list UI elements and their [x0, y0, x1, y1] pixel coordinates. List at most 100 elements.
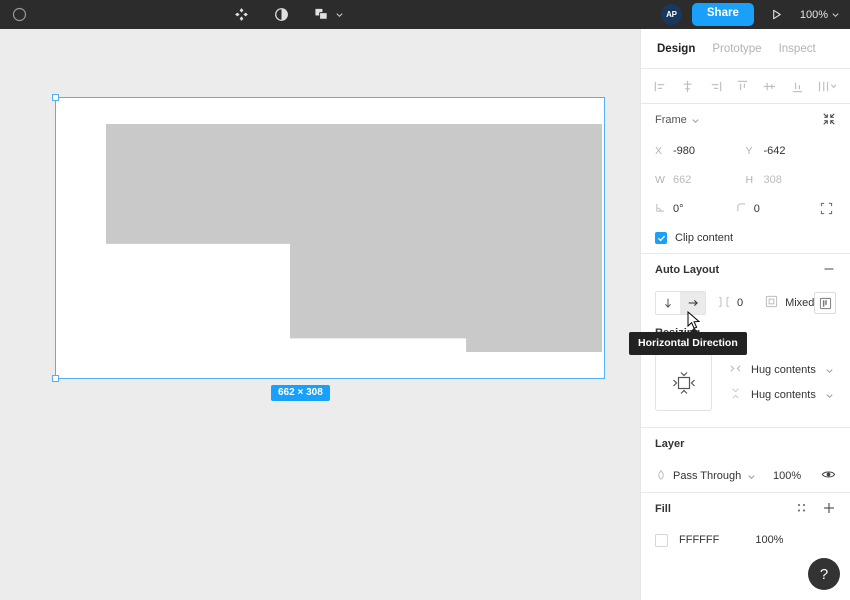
figma-logo-icon[interactable] [6, 4, 32, 26]
rotation-icon [655, 202, 666, 216]
align-top-icon[interactable] [735, 79, 750, 94]
toolbar-left-group [0, 4, 32, 26]
frame-type-dropdown[interactable]: Frame [655, 114, 700, 126]
mouse-cursor-icon [687, 310, 701, 336]
properties-panel: Design Prototype Inspect Frame X -980 Y … [640, 29, 850, 600]
play-icon[interactable] [764, 4, 790, 26]
fill-opacity-value[interactable]: 100% [755, 534, 783, 546]
vertical-resizing-value: Hug contents [751, 389, 816, 401]
canvas-area[interactable]: Frame 1 662 × 308 [0, 29, 640, 600]
hug-contents-preview-icon[interactable] [655, 354, 712, 411]
y-label: Y [745, 144, 753, 157]
size-badge: 662 × 308 [271, 385, 330, 401]
selected-frame[interactable] [52, 94, 605, 382]
mask-tool-icon[interactable] [268, 4, 294, 26]
canvas-shape[interactable] [106, 124, 602, 352]
layer-row: Pass Through 100% [655, 460, 836, 492]
shape-tool-button[interactable] [308, 4, 344, 26]
horizontal-resizing-value: Hug contents [751, 364, 816, 376]
chevron-down-icon[interactable] [825, 391, 834, 400]
height-field[interactable]: H 308 [746, 174, 837, 186]
fill-color-swatch[interactable] [655, 533, 668, 547]
spacing-value: 0 [736, 297, 744, 309]
corner-radius-value: 0 [753, 202, 760, 215]
top-toolbar: AP Share 100% [0, 0, 850, 29]
fill-section: Fill FFFFFF 100% [641, 493, 850, 555]
independent-corners-icon[interactable] [816, 198, 836, 220]
align-horizontal-center-icon[interactable] [680, 79, 695, 94]
resize-vertical-icon [729, 387, 742, 403]
distribute-icon[interactable] [817, 79, 838, 94]
size-row: W 662 H 308 [655, 165, 836, 194]
align-vertical-center-icon[interactable] [762, 79, 777, 94]
spacing-icon [717, 295, 731, 312]
corner-radius-icon [736, 202, 747, 216]
h-label: H [745, 173, 754, 186]
fill-header: Fill [655, 493, 836, 525]
tab-prototype[interactable]: Prototype [712, 43, 761, 55]
layer-title: Layer [655, 438, 685, 450]
chevron-down-icon[interactable] [825, 366, 834, 375]
y-field[interactable]: Y -642 [746, 145, 837, 157]
collapse-icon[interactable] [822, 112, 836, 129]
figma-window: AP Share 100% Frame 1 662 × 308 Design P… [0, 0, 850, 600]
eye-icon[interactable] [821, 467, 836, 485]
resize-handle-top-left[interactable] [52, 94, 59, 101]
minus-icon[interactable] [822, 262, 836, 279]
help-button[interactable]: ? [808, 558, 840, 590]
toolbar-tools-group [228, 4, 344, 26]
fill-hex-value[interactable]: FFFFFF [679, 534, 719, 546]
x-field[interactable]: X -980 [655, 145, 746, 157]
resizing-body: Hug contents Hug contents [655, 346, 836, 427]
y-value: -642 [763, 144, 786, 157]
rotation-field[interactable]: 0° [655, 202, 736, 216]
auto-layout-header: Auto Layout [655, 254, 836, 286]
chevron-down-icon[interactable] [747, 472, 756, 481]
share-button[interactable]: Share [691, 3, 754, 26]
spacing-field[interactable]: 0 [717, 295, 743, 312]
auto-layout-title: Auto Layout [655, 264, 720, 276]
corner-radius-field[interactable]: 0 [736, 202, 817, 216]
x-value: -980 [673, 144, 696, 157]
vertical-resizing-dropdown[interactable]: Hug contents [729, 387, 834, 403]
clip-content-checkbox[interactable] [655, 232, 667, 244]
x-label: X [655, 144, 663, 157]
blend-mode-dropdown[interactable]: Pass Through [655, 469, 773, 484]
width-field[interactable]: W 662 [655, 174, 746, 186]
chevron-down-icon[interactable] [691, 116, 700, 125]
alignment-grid-icon[interactable] [814, 292, 836, 314]
clip-content-label: Clip content [675, 232, 734, 244]
layer-header: Layer [655, 428, 836, 460]
move-tool-icon[interactable] [228, 4, 254, 26]
toolbar-right-group: AP Share 100% [660, 3, 842, 26]
resize-handle-bottom-left[interactable] [52, 375, 59, 382]
tab-inspect[interactable]: Inspect [779, 43, 816, 55]
zoom-level-label: 100% [799, 8, 828, 21]
align-left-icon[interactable] [653, 79, 668, 94]
horizontal-resizing-dropdown[interactable]: Hug contents [729, 362, 834, 378]
style-grid-icon[interactable] [796, 502, 808, 517]
clip-content-row[interactable]: Clip content [655, 223, 836, 253]
align-right-icon[interactable] [708, 79, 723, 94]
align-bottom-icon[interactable] [790, 79, 805, 94]
padding-field[interactable]: Mixed [765, 295, 814, 311]
w-label: W [655, 173, 665, 186]
avatar[interactable]: AP [660, 4, 682, 25]
shape-tool-icon[interactable] [308, 4, 334, 26]
rotation-radius-row: 0° 0 [655, 194, 836, 223]
w-value: 662 [673, 173, 692, 186]
rotation-value: 0° [673, 202, 684, 215]
arrow-down-icon[interactable] [656, 292, 681, 314]
padding-value: Mixed [785, 297, 815, 309]
tooltip-text: Horizontal Direction [638, 337, 738, 349]
chevron-down-icon[interactable] [335, 10, 344, 19]
plus-icon[interactable] [822, 501, 836, 518]
zoom-control[interactable]: 100% [800, 9, 842, 21]
panel-tabs: Design Prototype Inspect [641, 29, 850, 69]
position-row: X -980 Y -642 [655, 136, 836, 165]
layer-section: Layer Pass Through 100% [641, 428, 850, 493]
alignment-toolbar [641, 69, 850, 104]
layer-opacity-value[interactable]: 100% [773, 470, 801, 482]
chevron-down-icon[interactable] [831, 10, 840, 19]
tab-design[interactable]: Design [657, 43, 695, 55]
